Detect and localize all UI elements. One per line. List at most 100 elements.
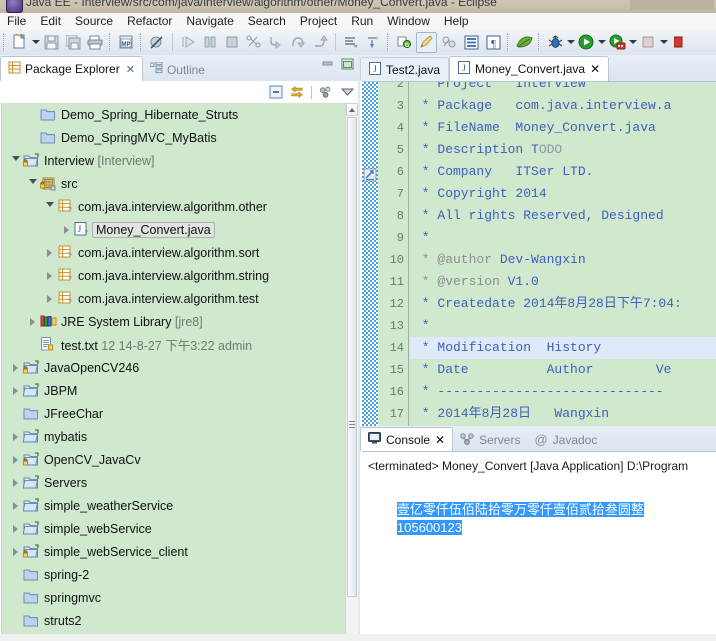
chevron-right-icon[interactable] [44, 247, 55, 258]
tree-row[interactable]: springmvc [2, 586, 347, 609]
code-line[interactable]: * Company ITSer LTD. [414, 161, 594, 183]
tree-row[interactable]: struts2 [2, 609, 347, 632]
chevron-right-icon[interactable] [44, 270, 55, 281]
chevron-down-icon[interactable] [44, 201, 55, 212]
tab-servers[interactable]: Servers [453, 429, 527, 451]
code-line[interactable]: * Package com.java.interview.a [414, 95, 672, 117]
run-dropdown-caret[interactable] [597, 32, 606, 52]
menu-navigate[interactable]: Navigate [179, 13, 240, 29]
stop-icon[interactable] [638, 32, 658, 52]
tree-row[interactable]: simple_webService [2, 517, 347, 540]
pencil-icon[interactable] [416, 31, 437, 53]
toggle-mark-occurrences-icon[interactable]: MP [116, 32, 136, 52]
record-icon[interactable] [669, 32, 689, 52]
chevron-right-icon[interactable] [10, 454, 21, 465]
task-marker-icon[interactable] [363, 168, 377, 182]
tree-row[interactable]: JBPM [2, 379, 347, 402]
tree-row[interactable]: simple_webService_client [2, 540, 347, 563]
skip-all-breakpoints-icon[interactable] [147, 32, 167, 52]
code-line[interactable]: * FileName Money_Convert.java [414, 117, 656, 139]
leaf-icon[interactable] [514, 32, 534, 52]
new-dropdown-caret[interactable] [31, 32, 40, 52]
menu-file[interactable]: File [0, 13, 33, 29]
tree-row[interactable]: J? Money_Convert.java [2, 218, 347, 241]
project-tree[interactable]: Demo_Spring_Hibernate_Struts Demo_SpringM… [1, 103, 348, 641]
tree-row[interactable]: Demo_SpringMVC_MyBatis [2, 126, 347, 149]
debug-icon[interactable] [545, 32, 565, 52]
tree-row[interactable]: ? com.java.interview.algorithm.string [2, 264, 347, 287]
tab-test2-java[interactable]: J Test2.java [360, 57, 450, 81]
step-return-icon[interactable] [310, 32, 330, 52]
console-output[interactable]: <terminated> Money_Convert [Java Applica… [362, 451, 716, 641]
tree-row[interactable]: OpenCV_JavaCv [2, 448, 347, 471]
tree-row[interactable]: Servers [2, 471, 347, 494]
run-as-server-icon[interactable] [607, 32, 627, 52]
maximize-view-button[interactable] [340, 57, 354, 71]
tree-row[interactable]: mybatis [2, 425, 347, 448]
window-controls[interactable] [630, 0, 714, 10]
code-line[interactable]: * Copyright 2014 [414, 183, 547, 205]
save-all-icon[interactable] [63, 32, 83, 52]
open-type-icon[interactable]: G [394, 32, 414, 52]
tree-row[interactable]: JFreeChar [2, 402, 347, 425]
collapse-all-button[interactable] [269, 85, 283, 99]
tree-row[interactable]: ? com.java.interview.algorithm.sort [2, 241, 347, 264]
step-into-icon[interactable] [266, 32, 286, 52]
chevron-right-icon[interactable] [61, 224, 72, 235]
toolbar-drag-handle[interactable] [3, 33, 6, 51]
tree-row[interactable]: Interview [Interview] [2, 149, 347, 172]
open-task-icon[interactable] [341, 32, 361, 52]
code-line[interactable]: * Date Author Ve [414, 359, 672, 381]
tree-row[interactable]: spring-2 [2, 563, 347, 586]
code-line[interactable]: * @author Dev-Wangxin [414, 249, 586, 271]
tab-outline[interactable]: Outline [143, 58, 212, 81]
code-line[interactable]: * 2014年8月28日 Wangxin [414, 403, 609, 425]
suspend-icon[interactable] [200, 32, 220, 52]
minimize-view-button[interactable] [320, 57, 334, 71]
code-line[interactable]: * Description TODO [414, 139, 562, 161]
code-line[interactable]: * Project Interview [414, 82, 586, 95]
annotation-ruler[interactable] [362, 82, 378, 426]
code-line[interactable]: * [414, 227, 430, 249]
tab-money-convert-java[interactable]: J Money_Convert.java ✕ [449, 56, 610, 81]
tree-row[interactable]: Demo_Spring_Hibernate_Struts [2, 103, 347, 126]
chevron-right-icon[interactable] [10, 523, 21, 534]
terminate-icon[interactable] [222, 32, 242, 52]
source-code[interactable]: * Project Interview * Package com.java.i… [410, 82, 716, 426]
tree-row[interactable]: simple_weatherService [2, 494, 347, 517]
save-icon[interactable] [41, 32, 61, 52]
chevron-right-icon[interactable] [10, 546, 21, 557]
link-with-editor-button[interactable] [290, 85, 304, 99]
code-line[interactable]: * Createdate 2014年8月28日下午7:04: [414, 293, 682, 315]
code-editor[interactable]: 2345678910111213141516171819 * Project I… [362, 81, 716, 426]
run-as-dropdown-caret[interactable] [628, 32, 637, 52]
debug-dropdown-caret[interactable] [566, 32, 575, 52]
close-icon[interactable]: ✕ [435, 433, 445, 447]
close-icon[interactable]: ✕ [590, 62, 600, 76]
scroll-up-button[interactable] [346, 103, 358, 116]
open-resource-icon[interactable] [439, 32, 459, 52]
chevron-right-icon[interactable] [27, 316, 38, 327]
chevron-right-icon[interactable] [10, 362, 21, 373]
code-line[interactable]: * [414, 315, 430, 337]
tree-row[interactable]: src [2, 172, 347, 195]
code-line[interactable]: * All rights Reserved, Designed [414, 205, 664, 227]
tree-row[interactable]: test.txt 12 14-8-27 下午3:22 admin [2, 333, 347, 356]
show-whitespace-icon[interactable] [461, 32, 481, 52]
print-icon[interactable] [85, 32, 105, 52]
step-over-icon[interactable] [288, 32, 308, 52]
new-wizard-icon[interactable] [10, 32, 30, 52]
chevron-down-icon[interactable] [27, 178, 38, 189]
code-line[interactable]: * @version V1.0 [414, 271, 539, 293]
code-line[interactable]: * ----------------------------- [414, 381, 664, 403]
tab-package-explorer[interactable]: Package Explorer ✕ [0, 56, 143, 81]
tree-row[interactable]: ? com.java.interview.algorithm.test [2, 287, 347, 310]
chevron-right-icon[interactable] [10, 500, 21, 511]
next-annotation-icon[interactable] [363, 32, 383, 52]
tab-javadoc[interactable]: @ Javadoc [527, 429, 604, 451]
run-icon[interactable] [576, 32, 596, 52]
tree-scrollbar[interactable] [345, 103, 358, 640]
menu-project[interactable]: Project [293, 13, 344, 29]
code-line[interactable]: * Modification History [410, 337, 716, 359]
tree-row[interactable]: ? com.java.interview.algorithm.other [2, 195, 347, 218]
